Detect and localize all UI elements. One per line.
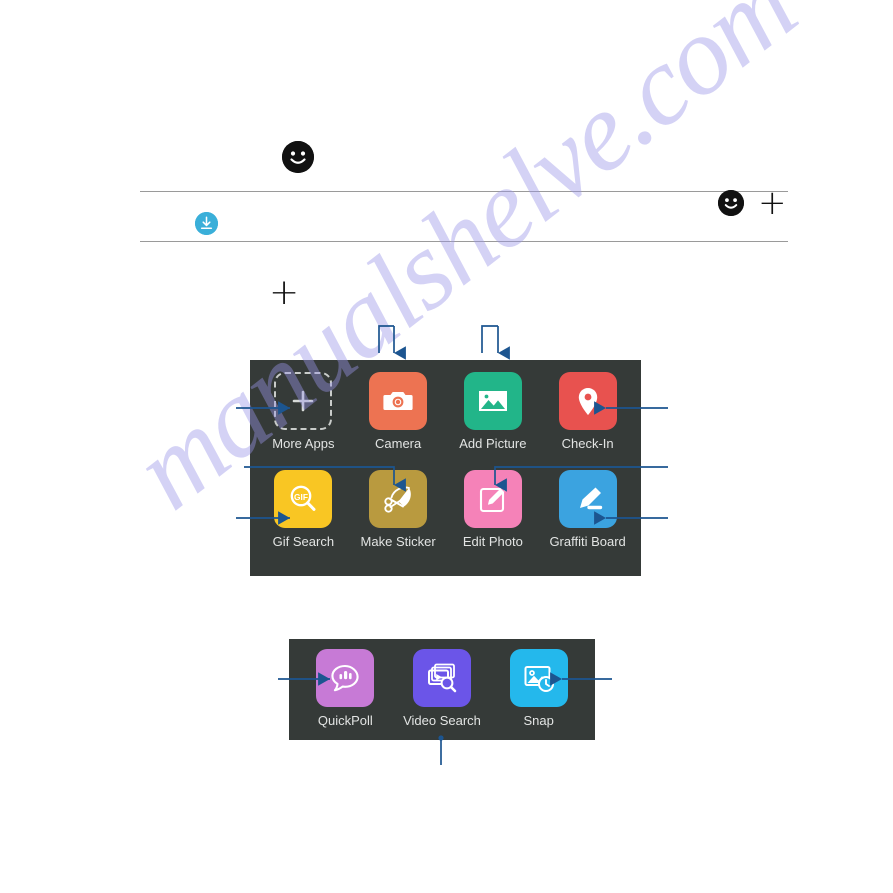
app-label: Snap <box>523 713 554 728</box>
app-label: Add Picture <box>459 436 527 451</box>
app-label: Graffiti Board <box>549 534 626 549</box>
pencil-box-icon[interactable] <box>463 470 522 528</box>
app-item-video-search[interactable]: Video Search <box>394 649 491 734</box>
plus-dashed-icon[interactable] <box>274 372 333 430</box>
app-item-quickpoll[interactable]: QuickPoll <box>297 649 394 734</box>
callout-camera <box>378 325 394 353</box>
app-item-more-apps[interactable]: More Apps <box>256 372 351 470</box>
app-item-make-sticker[interactable]: Make Sticker <box>351 470 446 568</box>
plus-icon[interactable]: + <box>269 275 299 311</box>
smiley-icon[interactable] <box>282 141 314 173</box>
divider-bottom <box>140 241 788 242</box>
app-label: Gif Search <box>272 534 335 549</box>
app-item-graffiti-board[interactable]: Graffiti Board <box>540 470 635 568</box>
emoji-icon[interactable] <box>718 190 744 216</box>
app-label: Make Sticker <box>360 534 436 549</box>
video-search-icon[interactable] <box>412 649 471 707</box>
scissors-icon[interactable] <box>369 470 428 528</box>
callout-add-picture <box>481 325 498 353</box>
app-label: More Apps <box>272 436 335 451</box>
app-label: Camera <box>375 436 422 451</box>
app-item-snap[interactable]: Snap <box>490 649 587 734</box>
app-item-camera[interactable]: Camera <box>351 372 446 470</box>
marker-pen-icon[interactable] <box>558 470 617 528</box>
image-icon[interactable] <box>463 372 522 430</box>
photo-clock-icon[interactable] <box>509 649 568 707</box>
app-label: Video Search <box>403 713 481 728</box>
main-app-panel: More Apps Camera Add Picture Check-In GI… <box>250 360 641 576</box>
app-label: Edit Photo <box>462 534 523 549</box>
app-item-add-picture[interactable]: Add Picture <box>446 372 541 470</box>
download-icon[interactable] <box>195 212 218 235</box>
plus-icon[interactable]: + <box>758 186 787 220</box>
app-label: Check-In <box>561 436 614 451</box>
divider-top <box>140 191 788 192</box>
svg-text:GIF: GIF <box>294 492 308 502</box>
secondary-app-panel: QuickPoll Video Search Snap <box>289 639 595 740</box>
poll-bubble-icon[interactable] <box>316 649 375 707</box>
app-label: QuickPoll <box>317 713 373 728</box>
camera-icon[interactable] <box>369 372 428 430</box>
gif-search-icon[interactable]: GIF <box>274 470 333 528</box>
app-item-gif-search[interactable]: GIF Gif Search <box>256 470 351 568</box>
map-pin-icon[interactable] <box>558 372 617 430</box>
app-item-edit-photo[interactable]: Edit Photo <box>446 470 541 568</box>
manual-page: manualshelve.com + + More Apps Camera Ad… <box>0 0 893 893</box>
app-item-check-in[interactable]: Check-In <box>540 372 635 470</box>
